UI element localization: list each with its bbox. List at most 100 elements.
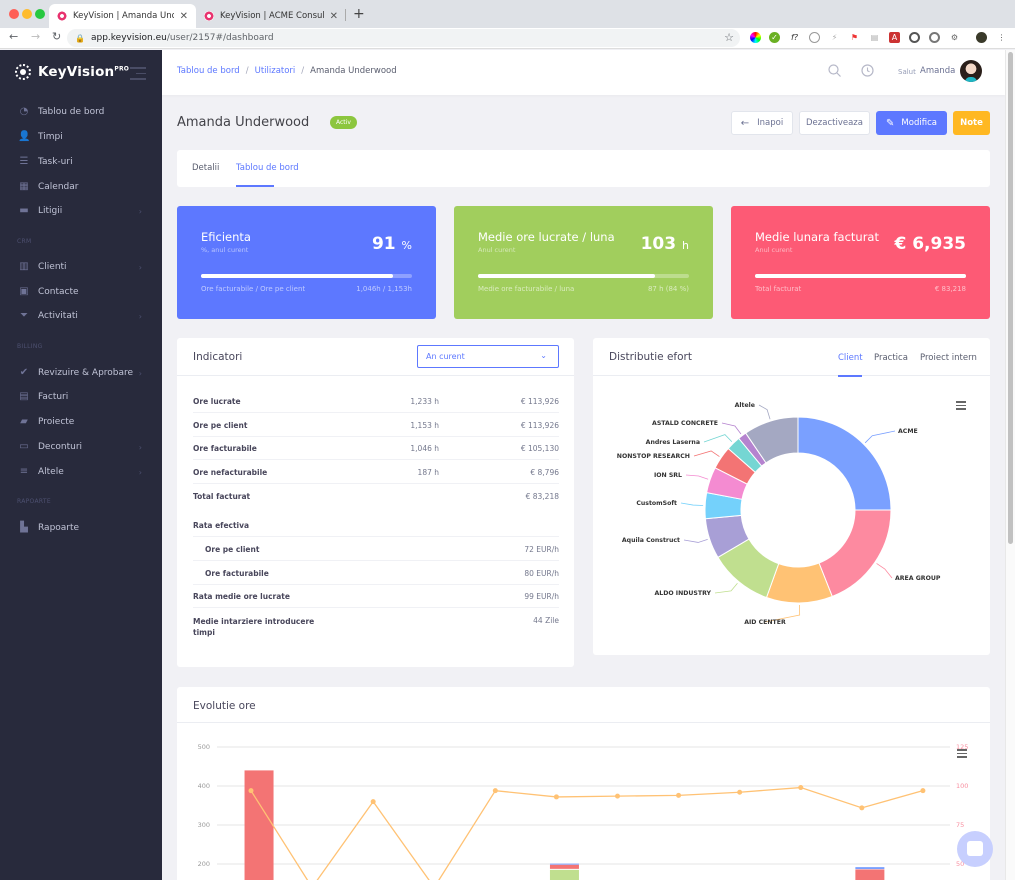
indicators-panel: Indicatori An curent ⌄ Ore lucrate 1,233 … [177, 338, 574, 667]
tab-details[interactable]: Detalii [192, 163, 219, 173]
breadcrumb-users[interactable]: Utilizatori [255, 66, 296, 76]
bar-stacked-red[interactable] [244, 770, 274, 880]
sidebar-item-altele[interactable]: ≡ Altele › [0, 460, 162, 484]
breadcrumb: Tablou de bord / Utilizatori / Amanda Un… [177, 66, 397, 76]
clock-icon[interactable] [861, 64, 874, 81]
forward-arrow-icon[interactable]: → [31, 30, 40, 43]
new-tab-icon[interactable]: + [353, 6, 365, 22]
profile-avatar-icon[interactable] [976, 32, 987, 43]
sidebar-item-clienti[interactable]: ▥ Clienti › [0, 255, 162, 279]
back-button[interactable]: ← Inapoi [731, 111, 793, 135]
bar-stacked-blue[interactable] [855, 867, 885, 870]
dist-tab-client[interactable]: Client [838, 353, 863, 363]
tab-title: KeyVision | Amanda Underwood [73, 11, 174, 21]
sidebar-toggle-icon[interactable] [130, 67, 146, 84]
brand-logo[interactable]: KeyVisionPRO [15, 64, 129, 80]
stat-title: Eficienta [201, 230, 251, 244]
address-bar[interactable]: 🔒 app.keyvision.eu/user/2157#/dashboard … [67, 29, 740, 47]
stat-progress-bar [201, 274, 412, 278]
avg-billed-card: Medie lunara facturat Anul curent € 6,935 … [731, 206, 990, 319]
rate-point[interactable] [370, 799, 376, 805]
sidebar-item-revizuire-aprobare[interactable]: ✔ Revizuire & Aprobare › [0, 361, 162, 385]
user-name[interactable]: Amanda [920, 66, 955, 76]
bar-stacked-green[interactable] [549, 869, 579, 880]
sidebar-item-proiecte[interactable]: ▰ Proiecte [0, 410, 162, 434]
check-extension-icon[interactable]: ✓ [769, 32, 780, 43]
indicator-hours: 1,046 h [410, 444, 439, 453]
sidebar-item-calendar[interactable]: ▦ Calendar [0, 175, 162, 199]
angular-extension-icon[interactable]: A [889, 32, 900, 43]
scrollbar-thumb[interactable] [1008, 52, 1013, 544]
layout-extension-icon[interactable]: ▤ [869, 32, 880, 43]
maximize-window-button[interactable] [35, 9, 45, 19]
sidebar-item-litigii[interactable]: ▬ Litigii › [0, 199, 162, 223]
refresh-extension-icon[interactable] [909, 32, 920, 43]
period-select[interactable]: An curent ⌄ [417, 345, 559, 368]
indicator-value: 72 EUR/h [524, 545, 559, 554]
breadcrumb-dashboard[interactable]: Tablou de bord [177, 66, 240, 76]
back-arrow-icon[interactable]: ← [9, 30, 18, 43]
edit-button[interactable]: ✎ Modifica [876, 111, 947, 135]
sidebar-item-task-uri[interactable]: ☰ Task-uri [0, 150, 162, 174]
contact-icon: ▣ [19, 286, 29, 297]
filter-icon: ⏷ [20, 310, 28, 321]
rate-point[interactable] [553, 794, 559, 800]
donut-slice-area-group[interactable] [818, 509, 892, 598]
close-tab-icon[interactable]: ✕ [330, 11, 338, 22]
notes-button[interactable]: Note [953, 111, 990, 135]
search-icon[interactable] [828, 64, 841, 81]
rate-point[interactable] [859, 805, 865, 811]
gear-extension-icon[interactable]: ⚙ [949, 32, 960, 43]
function-extension-icon[interactable]: f? [789, 32, 800, 43]
circle-extension-icon[interactable] [929, 32, 940, 43]
active-dist-tab-indicator [838, 375, 862, 377]
sidebar-item-contacte[interactable]: ▣ Contacte [0, 280, 162, 304]
user-avatar[interactable] [960, 60, 982, 82]
rate-point[interactable] [615, 793, 620, 799]
page-scrollbar[interactable] [1005, 50, 1015, 880]
deactivate-button[interactable]: Dezactiveaza [799, 111, 870, 135]
deactivate-button-label: Dezactiveaza [806, 118, 863, 128]
flag-extension-icon[interactable]: ⚑ [849, 32, 860, 43]
donut-slice-acme[interactable] [797, 416, 892, 511]
active-tab-indicator [236, 185, 274, 187]
rate-point[interactable] [676, 792, 682, 798]
dist-tab-internal-project[interactable]: Proiect intern [920, 353, 977, 363]
color-extension-icon[interactable] [750, 32, 761, 43]
sidebar-item-label: Tablou de bord [38, 107, 105, 117]
donut-connector [685, 474, 709, 480]
rate-point[interactable] [920, 788, 926, 794]
chat-widget-icon[interactable] [957, 831, 993, 867]
sidebar-item-rapoarte[interactable]: ▙ Rapoarte [0, 516, 162, 540]
browser-tab[interactable]: KeyVision | ACME Consulting S ✕ [196, 4, 346, 28]
bolt-extension-icon[interactable]: ⚡ [829, 32, 840, 43]
dist-tab-practice[interactable]: Practica [874, 353, 908, 363]
sidebar-item-facturi[interactable]: ▤ Facturi [0, 385, 162, 409]
tab-dashboard[interactable]: Tablou de bord [236, 163, 299, 173]
indicator-label: Ore pe client [205, 545, 260, 554]
evolution-header: Evolutie ore [177, 687, 990, 723]
rate-point[interactable] [492, 788, 498, 794]
close-window-button[interactable] [9, 9, 19, 19]
close-tab-icon[interactable]: ✕ [180, 11, 188, 22]
invoice-icon: ▤ [19, 391, 29, 402]
rate-point[interactable] [248, 788, 254, 794]
browser-tab-active[interactable]: KeyVision | Amanda Underwood ✕ [49, 4, 196, 28]
bar-stacked-red[interactable] [855, 869, 885, 880]
url-host: app.keyvision.eu [90, 33, 167, 43]
bookmark-star-icon[interactable]: ☆ [724, 31, 734, 44]
sidebar-item-activitati[interactable]: ⏷ Activitati › [0, 304, 162, 328]
sidebar-item-timpi[interactable]: 👤 Timpi [0, 125, 162, 149]
reload-icon[interactable]: ↻ [52, 30, 61, 43]
sidebar-item-deconturi[interactable]: ▭ Deconturi › [0, 435, 162, 459]
minimize-window-button[interactable] [22, 9, 32, 19]
evolution-chart: 2003004005005075100125 [198, 743, 968, 880]
rate-point[interactable] [737, 789, 743, 795]
browser-menu-icon[interactable]: ⋮ [996, 32, 1007, 43]
sidebar-item-tablou-de-bord[interactable]: ◔ Tablou de bord [0, 100, 162, 124]
chevron-right-icon: › [138, 262, 142, 272]
bar-stacked-blue[interactable] [549, 863, 579, 865]
bar-stacked-red[interactable] [549, 864, 579, 869]
face-extension-icon[interactable] [809, 32, 820, 43]
rate-point[interactable] [798, 785, 804, 791]
